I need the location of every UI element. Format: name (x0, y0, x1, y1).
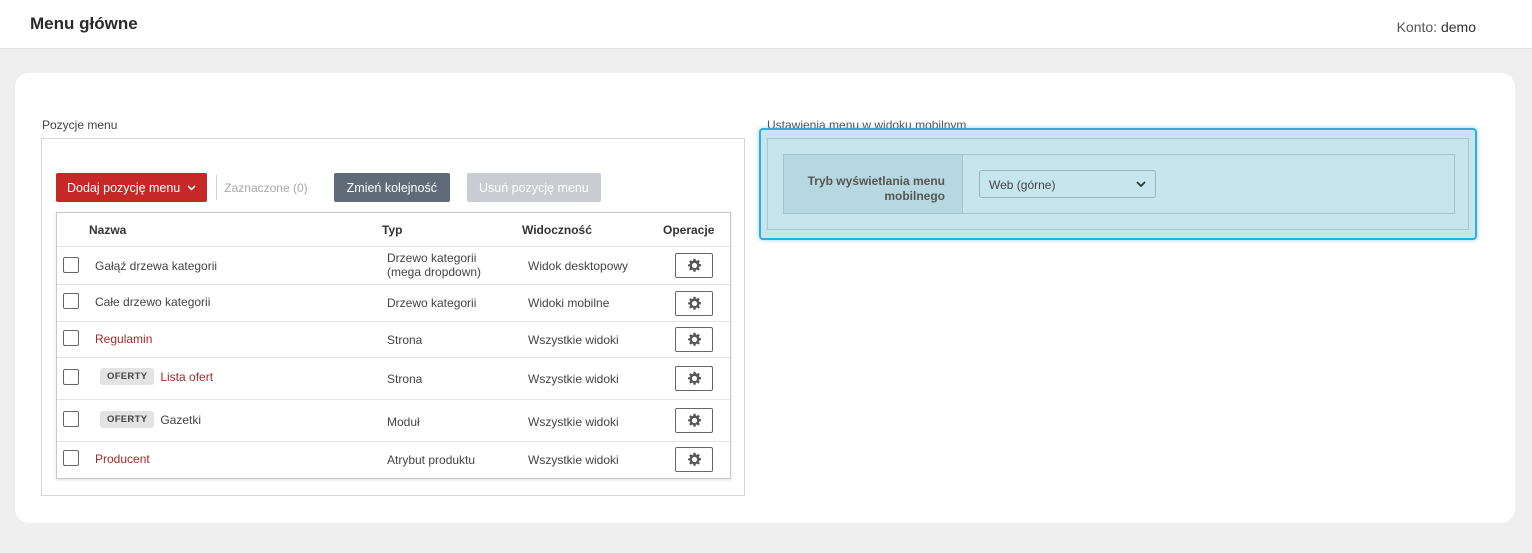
table-row[interactable]: OFERTY Gazetki Moduł Wszystkie widoki (57, 399, 730, 441)
account-name[interactable]: demo (1441, 19, 1476, 35)
row-type: Drzewo kategorii (mega dropdown) (387, 251, 481, 279)
column-header-name[interactable]: Nazwa (89, 223, 126, 237)
menu-items-panel: Dodaj pozycję menu Zaznaczone (0) Zmień … (41, 138, 745, 496)
row-name[interactable]: Całe drzewo kategorii (95, 295, 210, 309)
account-info: Konto: demo (1397, 19, 1476, 35)
row-type-line: Drzewo kategorii (387, 251, 477, 265)
row-checkbox[interactable] (63, 293, 79, 309)
row-settings-button[interactable] (675, 366, 713, 391)
row-settings-button[interactable] (675, 408, 713, 433)
menu-toolbar: Dodaj pozycję menu Zaznaczone (0) Zmień … (56, 173, 601, 202)
selected-count: Zaznaczone (0) (224, 180, 308, 195)
row-visibility: Wszystkie widoki (528, 415, 619, 429)
row-name-group: OFERTY Gazetki (95, 411, 201, 428)
row-type: Strona (387, 333, 423, 347)
row-type: Atrybut produktu (387, 453, 476, 467)
row-checkbox[interactable] (63, 411, 79, 427)
offers-badge: OFERTY (100, 411, 155, 428)
row-settings-button[interactable] (675, 327, 713, 352)
gear-icon (687, 452, 701, 466)
add-menu-item-label: Dodaj pozycję menu (67, 180, 181, 195)
row-name[interactable]: Gałąź drzewa kategorii (95, 259, 217, 273)
row-checkbox[interactable] (63, 369, 79, 385)
select-value: Web (górne) (989, 178, 1056, 192)
row-settings-button[interactable] (675, 291, 713, 316)
menu-items-table: Nazwa Typ Widoczność Operacje Gałąź drze… (56, 212, 731, 479)
table-row[interactable]: Producent Atrybut produktu Wszystkie wid… (57, 441, 730, 478)
toolbar-divider (216, 175, 218, 200)
main-card: Pozycje menu Ustawienia menu w widoku mo… (15, 73, 1515, 523)
row-visibility: Widok desktopowy (528, 259, 629, 273)
column-header-type[interactable]: Typ (382, 223, 402, 237)
table-row[interactable]: Całe drzewo kategorii Drzewo kategorii W… (57, 284, 730, 321)
delete-menu-item-button[interactable]: Usuń pozycję menu (466, 173, 601, 202)
column-header-operations: Operacje (663, 223, 715, 237)
table-header: Nazwa Typ Widoczność Operacje (57, 213, 730, 246)
mobile-display-mode-row: Tryb wyświetlania menu mobilnego Web (gó… (783, 154, 1455, 214)
row-name[interactable]: Gazetki (160, 413, 201, 427)
column-header-visibility[interactable]: Widoczność (522, 223, 592, 237)
top-bar: Menu główne Konto: demo (0, 0, 1532, 49)
row-visibility: Wszystkie widoki (528, 333, 619, 347)
table-row[interactable]: OFERTY Lista ofert Strona Wszystkie wido… (57, 357, 730, 399)
chevron-down-icon (187, 183, 196, 193)
page-title: Menu główne (30, 14, 138, 33)
row-type: Strona (387, 372, 423, 386)
gear-icon (687, 371, 701, 385)
table-row[interactable]: Gałąź drzewa kategorii Drzewo kategorii … (57, 246, 730, 284)
row-name-group: OFERTY Lista ofert (95, 368, 213, 385)
mobile-settings-inner: Tryb wyświetlania menu mobilnego Web (gó… (767, 138, 1469, 230)
gear-icon (687, 258, 701, 272)
row-type: Moduł (387, 415, 420, 429)
menu-items-section-label: Pozycje menu (42, 118, 118, 132)
row-visibility: Wszystkie widoki (528, 372, 619, 386)
row-checkbox[interactable] (63, 450, 79, 466)
row-checkbox[interactable] (63, 257, 79, 273)
row-visibility: Wszystkie widoki (528, 453, 619, 467)
mobile-display-mode-select[interactable]: Web (górne) (979, 170, 1156, 198)
add-menu-item-button[interactable]: Dodaj pozycję menu (56, 173, 208, 202)
offers-badge: OFERTY (100, 368, 155, 385)
mobile-display-mode-label: Tryb wyświetlania menu mobilnego (784, 155, 963, 213)
chevron-down-icon (1134, 177, 1148, 191)
row-visibility: Widoki mobilne (528, 296, 610, 310)
row-settings-button[interactable] (675, 253, 713, 278)
row-name-link[interactable]: Producent (95, 452, 150, 466)
reorder-button[interactable]: Zmień kolejność (333, 173, 450, 202)
row-type-line: (mega dropdown) (387, 265, 482, 279)
row-type: Drzewo kategorii (387, 296, 477, 310)
gear-icon (687, 332, 701, 346)
account-label: Konto: (1396, 19, 1438, 35)
row-settings-button[interactable] (675, 447, 713, 472)
row-name-link[interactable]: Lista ofert (160, 370, 213, 384)
mobile-menu-settings-panel: Tryb wyświetlania menu mobilnego Web (gó… (759, 128, 1477, 240)
row-name-link[interactable]: Regulamin (95, 332, 152, 346)
table-row[interactable]: Regulamin Strona Wszystkie widoki (57, 321, 730, 357)
row-checkbox[interactable] (63, 330, 79, 346)
gear-icon (687, 296, 701, 310)
gear-icon (687, 413, 701, 427)
